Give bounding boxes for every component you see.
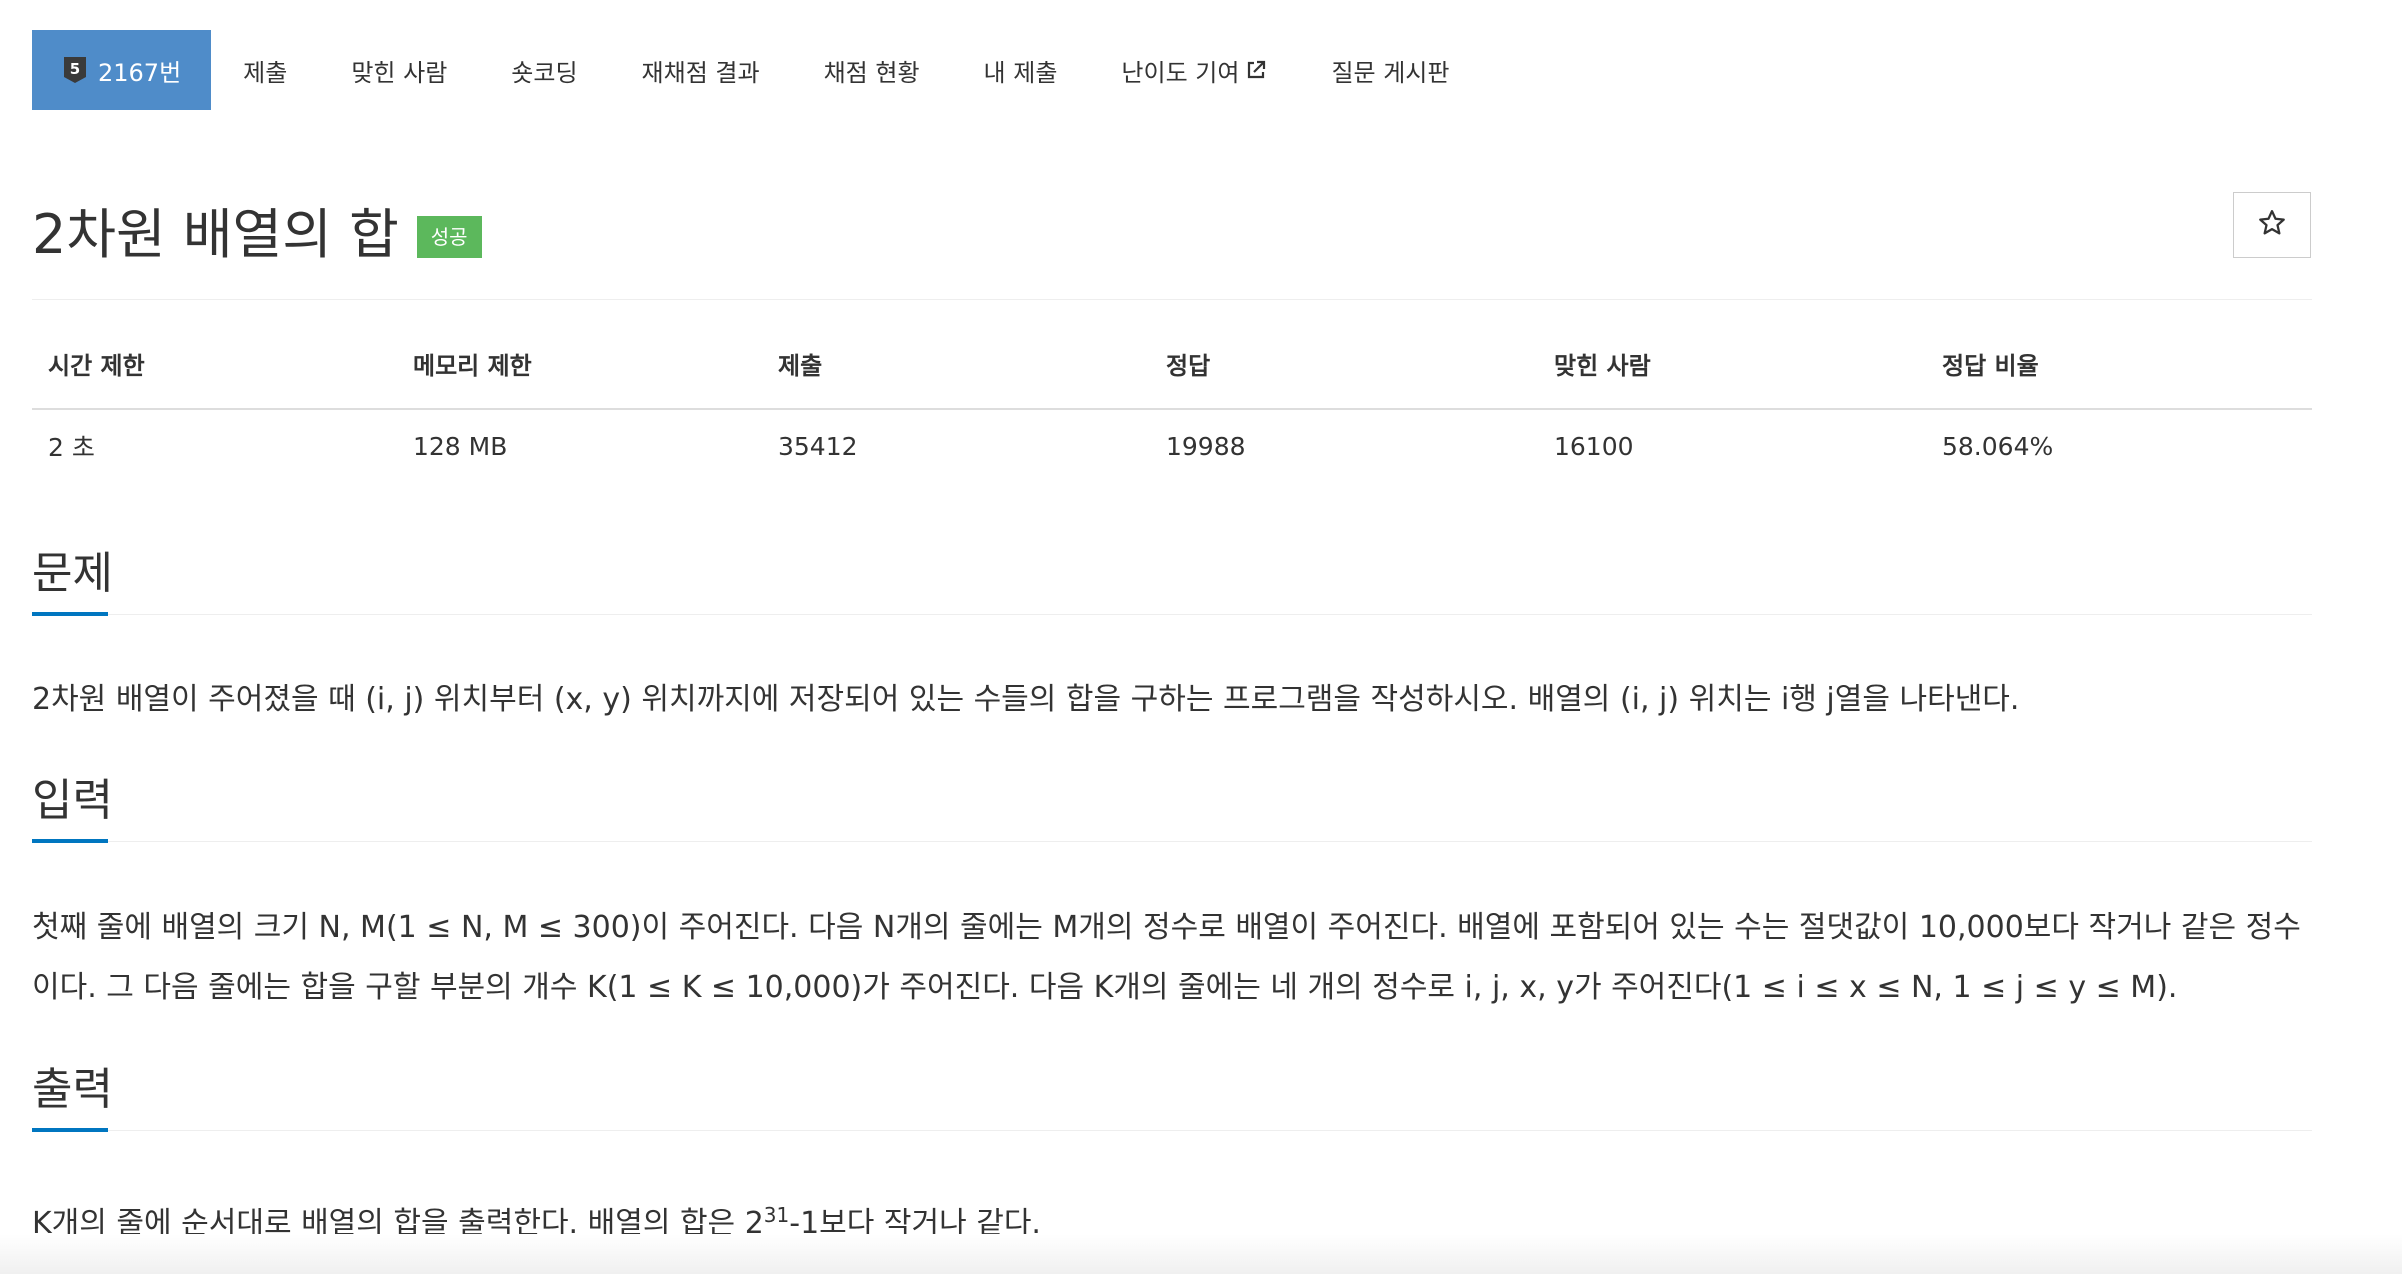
value-submissions: 35412: [778, 431, 858, 461]
problem-info-table: 시간 제한 메모리 제한 제출 정답 맞힌 사람 정답 비율 2 초 128 M…: [32, 346, 2312, 482]
section-output-underline: [32, 1128, 108, 1132]
value-time-limit: 2 초: [48, 433, 95, 462]
tab-difficulty-contribution[interactable]: 난이도 기여: [1089, 30, 1299, 110]
status-badge: 성공: [416, 215, 482, 258]
section-problem-heading: 문제: [32, 548, 113, 599]
tab-judge-status-label: 채점 현황: [823, 58, 920, 87]
value-accepted: 19988: [1166, 431, 1246, 461]
problem-menu-tabs: 5 2167번 제출 맞힌 사람 숏코딩 재채점 결과 채점 현황 내 제출 난…: [32, 30, 1481, 110]
problem-description: 2차원 배열이 주어졌을 때 (i, j) 위치부터 (x, y) 위치까지에 …: [32, 682, 2020, 717]
tab-accepted-users-label: 맞힌 사람: [351, 58, 448, 87]
section-output-rule: [32, 1130, 2312, 1131]
section-problem-rule: [32, 614, 2312, 615]
table-row: 2 초 128 MB 35412 19988 16100 58.064%: [32, 409, 2312, 482]
tab-question-board[interactable]: 질문 게시판: [1299, 30, 1481, 110]
tab-accepted-users[interactable]: 맞힌 사람: [319, 30, 479, 110]
header-memory-limit: 메모리 제한: [397, 346, 762, 410]
favorite-star-button[interactable]: [2233, 192, 2311, 258]
header-time-limit: 시간 제한: [32, 346, 397, 410]
problem-title: 2차원 배열의 합: [32, 203, 399, 266]
section-input-header: 입력: [32, 771, 2312, 843]
section-input-rule: [32, 841, 2312, 842]
header-solvers: 맞힌 사람: [1538, 346, 1926, 410]
section-input-underline: [32, 839, 108, 843]
bottom-fade: [0, 1234, 2402, 1274]
section-input-heading: 입력: [32, 775, 113, 826]
tab-submit[interactable]: 제출: [211, 30, 319, 110]
value-memory-limit: 128 MB: [413, 431, 508, 461]
header-accept-ratio: 정답 비율: [1926, 346, 2312, 410]
output-exponent: 31: [763, 1203, 790, 1227]
tier-badge-icon: 5: [62, 55, 88, 85]
tab-short-coding[interactable]: 숏코딩: [479, 30, 609, 110]
section-problem-underline: [32, 612, 108, 616]
header-accepted: 정답: [1150, 346, 1538, 410]
tab-judge-status[interactable]: 채점 현황: [792, 30, 952, 110]
external-link-icon: [1245, 59, 1267, 81]
title-divider: [32, 299, 2312, 300]
section-output-header: 출력: [32, 1060, 2312, 1132]
tab-my-submissions-label: 내 제출: [983, 58, 1058, 87]
tab-my-submissions[interactable]: 내 제출: [952, 30, 1090, 110]
tab-rejudge-results-label: 재채점 결과: [641, 58, 760, 87]
table-header-row: 시간 제한 메모리 제한 제출 정답 맞힌 사람 정답 비율: [32, 346, 2312, 410]
tab-difficulty-contribution-label: 난이도 기여: [1121, 58, 1240, 87]
problem-title-row: 2차원 배열의 합 성공: [32, 190, 482, 269]
value-accept-ratio: 58.064%: [1942, 431, 2054, 461]
problem-page: 5 2167번 제출 맞힌 사람 숏코딩 재채점 결과 채점 현황 내 제출 난…: [0, 0, 2402, 1274]
header-submissions: 제출: [762, 346, 1150, 410]
tab-problem-number[interactable]: 5 2167번: [32, 30, 212, 110]
star-icon: [2257, 208, 2287, 242]
tab-submit-label: 제출: [243, 58, 288, 87]
tier-badge-number: 5: [70, 60, 80, 78]
input-description: 첫째 줄에 배열의 크기 N, M(1 ≤ N, M ≤ 300)이 주어진다.…: [32, 910, 2301, 1005]
tab-short-coding-label: 숏코딩: [511, 58, 578, 87]
tab-rejudge-results[interactable]: 재채점 결과: [610, 30, 792, 110]
value-solvers: 16100: [1554, 431, 1634, 461]
tab-question-board-label: 질문 게시판: [1331, 58, 1450, 87]
section-output-heading: 출력: [32, 1064, 113, 1115]
tab-problem-number-label: 2167번: [98, 58, 182, 87]
section-problem-header: 문제: [32, 544, 2312, 616]
